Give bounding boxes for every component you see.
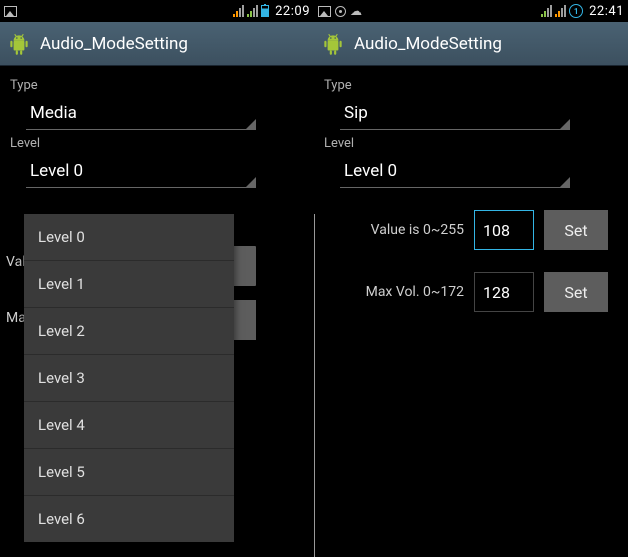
level-value: Level 0	[344, 161, 397, 181]
clock: 22:09	[275, 4, 310, 19]
dropdown-item[interactable]: Level 4	[24, 402, 234, 449]
type-value: Media	[30, 103, 77, 123]
maxvol-input[interactable]	[474, 272, 534, 312]
dropdown-item[interactable]: Level 5	[24, 449, 234, 496]
signal-icon-2	[247, 5, 258, 17]
chevron-down-icon	[246, 177, 256, 187]
screenshot-divider	[314, 214, 315, 557]
app-title: Audio_ModeSetting	[354, 34, 502, 54]
set-button-peek-2	[232, 300, 256, 340]
picture-icon	[318, 6, 331, 17]
chevron-down-icon	[560, 119, 570, 129]
type-label: Type	[10, 78, 306, 93]
data-usage-icon: 1	[569, 4, 583, 18]
signal-icon	[541, 5, 552, 17]
signal-icon	[233, 5, 244, 17]
left-screenshot: 22:09 Audio_ModeSetting Type Media Level…	[0, 0, 314, 557]
android-icon	[320, 31, 346, 57]
picture-icon	[4, 6, 17, 17]
title-bar: Audio_ModeSetting	[314, 22, 628, 66]
dropdown-item[interactable]: Level 6	[24, 496, 234, 542]
level-label: Level	[324, 136, 620, 151]
level-value: Level 0	[30, 161, 83, 181]
dropdown-item[interactable]: Level 0	[24, 214, 234, 261]
set-button-peek	[232, 246, 256, 286]
signal-icon-2	[555, 5, 566, 17]
chevron-down-icon	[246, 119, 256, 129]
level-label: Level	[10, 136, 306, 151]
level-spinner[interactable]: Level 0	[340, 155, 570, 188]
maxvol-label: Max Vol. 0~172	[352, 284, 464, 300]
type-spinner[interactable]: Sip	[340, 97, 570, 130]
set-value-button[interactable]: Set	[544, 210, 608, 250]
dropdown-item[interactable]: Level 1	[24, 261, 234, 308]
target-icon	[335, 6, 346, 17]
level-dropdown: Level 0 Level 1 Level 2 Level 3 Level 4 …	[24, 214, 234, 542]
status-bar: 22:09	[0, 0, 314, 22]
clock: 22:41	[589, 4, 624, 19]
value-input[interactable]	[474, 210, 534, 250]
title-bar: Audio_ModeSetting	[0, 22, 314, 66]
cloud-icon: ☁	[350, 4, 362, 18]
value-label: Value is 0~255	[352, 222, 464, 238]
type-label: Type	[324, 78, 620, 93]
android-icon	[6, 31, 32, 57]
type-spinner[interactable]: Media	[26, 97, 256, 130]
dropdown-item[interactable]: Level 3	[24, 355, 234, 402]
set-maxvol-button[interactable]: Set	[544, 272, 608, 312]
status-bar: ☁ 1 22:41	[314, 0, 628, 22]
dropdown-item[interactable]: Level 2	[24, 308, 234, 355]
level-spinner[interactable]: Level 0	[26, 155, 256, 188]
type-value: Sip	[344, 103, 368, 123]
app-title: Audio_ModeSetting	[40, 34, 188, 54]
right-screenshot: ☁ 1 22:41 Audio_ModeSetting Type Sip Lev…	[314, 0, 628, 557]
battery-icon	[261, 5, 269, 17]
chevron-down-icon	[560, 177, 570, 187]
